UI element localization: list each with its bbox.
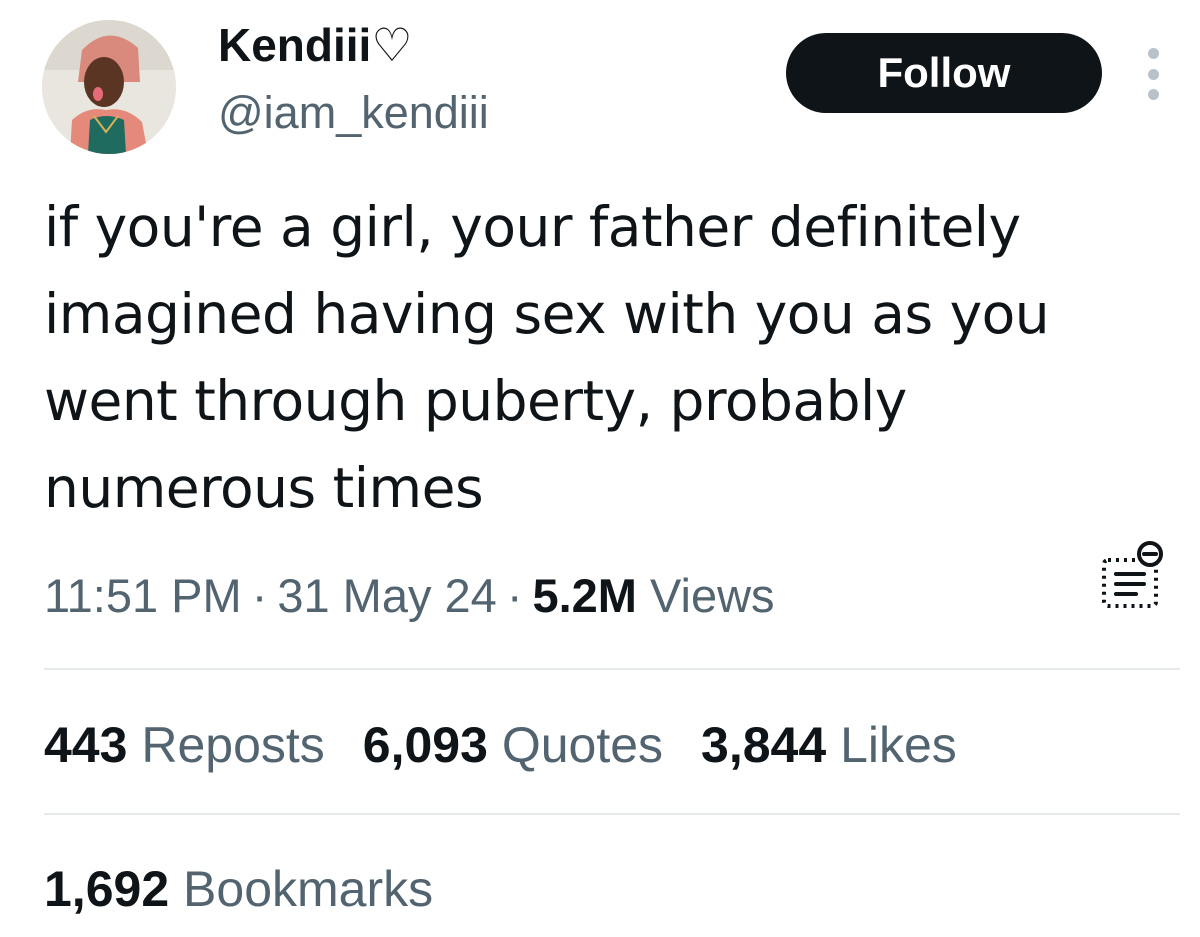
display-name[interactable]: Kendiii♡ bbox=[218, 18, 413, 72]
profile-photo bbox=[42, 20, 176, 154]
more-dot bbox=[1147, 48, 1159, 59]
avatar[interactable] bbox=[42, 20, 176, 154]
divider bbox=[44, 668, 1180, 670]
likes-count: 3,844 bbox=[701, 717, 827, 773]
bookmarks-label: Bookmarks bbox=[183, 861, 434, 917]
tweet-text: if you're a girl, your father definitely… bbox=[44, 195, 1050, 520]
tweet-meta: 11:51 PM · 31 May 24 · 5.2M Views bbox=[44, 566, 775, 626]
user-handle[interactable]: @iam_kendiii bbox=[218, 86, 489, 140]
bookmarks-count: 1,692 bbox=[44, 861, 170, 917]
reposts-count: 443 bbox=[44, 717, 128, 773]
reposts-label: Reposts bbox=[141, 717, 325, 773]
more-options-icon[interactable] bbox=[1136, 48, 1170, 100]
quotes-stat[interactable]: 6,093 Quotes bbox=[363, 714, 663, 776]
likes-stat[interactable]: 3,844 Likes bbox=[701, 714, 957, 776]
more-dot bbox=[1147, 68, 1159, 80]
engagement-stats: 443 Reposts 6,093 Quotes 3,844 Likes bbox=[44, 714, 995, 776]
likes-label: Likes bbox=[840, 717, 957, 773]
quotes-count: 6,093 bbox=[362, 717, 488, 773]
quotes-label: Quotes bbox=[501, 717, 664, 773]
more-dot bbox=[1147, 89, 1159, 100]
views-label: Views bbox=[650, 569, 775, 622]
community-notes-icon[interactable] bbox=[1098, 540, 1164, 612]
tweet-date[interactable]: 31 May 24 bbox=[277, 569, 496, 622]
meta-separator: · bbox=[506, 569, 523, 622]
views-count: 5.2M bbox=[532, 569, 637, 622]
divider bbox=[44, 813, 1180, 815]
follow-button[interactable]: Follow bbox=[786, 33, 1102, 113]
tweet-time[interactable]: 11:51 PM bbox=[44, 569, 242, 622]
reposts-stat[interactable]: 443 Reposts bbox=[44, 714, 325, 776]
bookmarks-stat[interactable]: 1,692 Bookmarks bbox=[44, 858, 433, 920]
meta-separator: · bbox=[251, 569, 268, 622]
